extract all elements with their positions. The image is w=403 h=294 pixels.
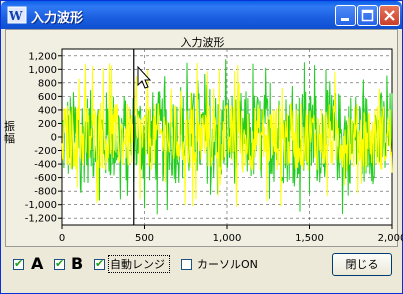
x-tick-label: 1,500 (295, 233, 324, 244)
y-tick-label: 1,200 (28, 51, 57, 62)
y-tick-label: 200 (38, 119, 57, 130)
check-icon: ✔ (14, 257, 24, 270)
y-tick-label: -800 (34, 187, 57, 198)
y-tick-label: 600 (38, 92, 57, 103)
y-tick-label: 400 (38, 105, 57, 116)
y-tick-label: 0 (51, 133, 57, 144)
x-tick-label: 1,000 (213, 233, 242, 244)
checkbox-a-label[interactable]: A (31, 254, 43, 273)
checkbox-cursor-on-label[interactable]: カーソルON (197, 256, 258, 272)
y-tick-label: -200 (34, 146, 57, 157)
checkbox-auto-range[interactable]: ✔ (94, 257, 105, 270)
checkbox-b-label[interactable]: B (71, 254, 83, 273)
x-tick-label: 500 (135, 233, 154, 244)
chart-plot[interactable]: 1,200 1,000 800 600 400 200 0 -200 -400 -600 -800 -… (1, 1, 403, 251)
y-tick-label: -600 (34, 173, 57, 184)
y-tick-labels: 1,200 1,000 800 600 400 200 0 -200 -400 -600 -800 -… (25, 51, 57, 224)
checkbox-b[interactable]: ✔ (54, 257, 65, 270)
check-icon: ✔ (95, 257, 105, 270)
y-tick-label: 1,000 (28, 65, 57, 76)
close-button[interactable]: 閉じる (332, 253, 392, 276)
checkbox-cursor-on[interactable] (181, 259, 192, 270)
y-tick-label: -1,200 (25, 214, 57, 225)
x-tick-label: 2,000 (378, 233, 403, 244)
check-icon: ✔ (55, 257, 65, 270)
window: W 入力波形 入力波形 振幅 1,200 1,000 800 600 400 200 0 -2… (0, 0, 403, 294)
y-tick-label: -400 (34, 160, 57, 171)
x-tick-label: 0 (59, 233, 65, 244)
y-tick-label: -1,000 (25, 200, 57, 211)
checkbox-a[interactable]: ✔ (13, 257, 24, 270)
x-tick-labels: 0 500 1,000 1,500 2,000 (59, 233, 403, 244)
y-tick-label: 800 (38, 78, 57, 89)
focus-rectangle (108, 255, 170, 273)
